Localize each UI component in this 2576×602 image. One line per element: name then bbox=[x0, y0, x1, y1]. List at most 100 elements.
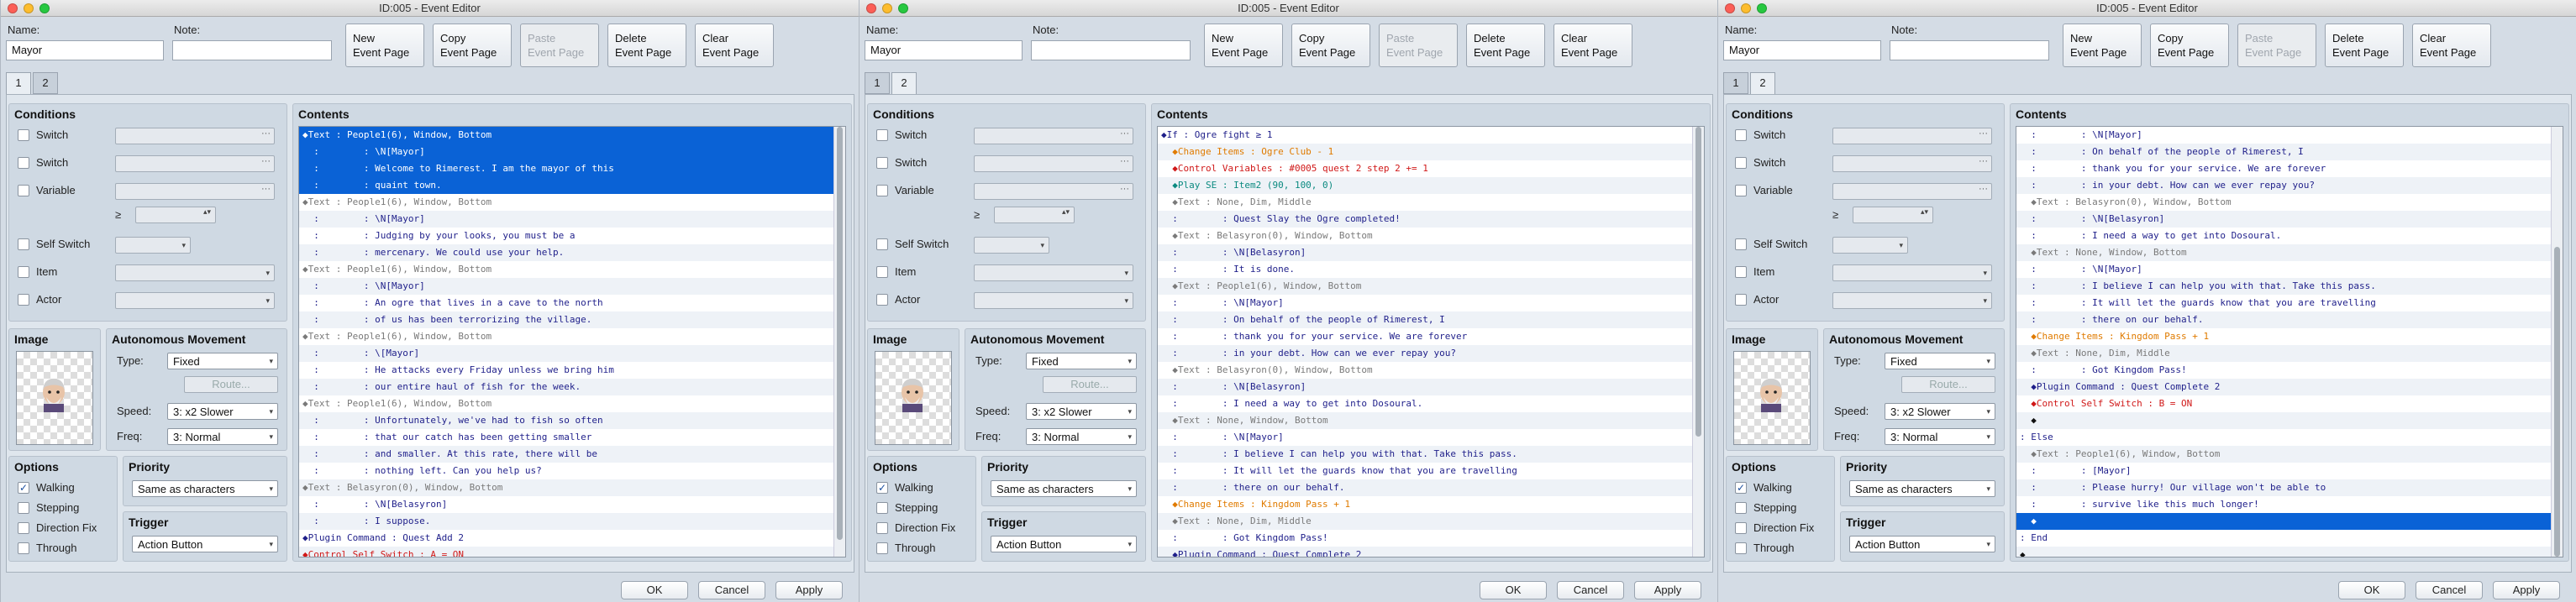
command-row[interactable]: : Else bbox=[2016, 429, 2563, 446]
option-walking-checkbox[interactable]: ✓ bbox=[18, 482, 29, 494]
trigger-select[interactable]: Action Button ▾ bbox=[1849, 536, 1995, 552]
command-row[interactable]: ◆Text : Belasyron(0), Window, Bottom bbox=[2016, 194, 2563, 211]
command-row[interactable]: ◆Text : People1(6), Window, Bottom bbox=[299, 194, 845, 211]
command-row[interactable]: ◆Text : None, Dim, Middle bbox=[1158, 194, 1704, 211]
command-row[interactable]: : : survive like this much longer! bbox=[2016, 496, 2563, 513]
command-row[interactable]: : : \N[Mayor] bbox=[2016, 261, 2563, 278]
command-row[interactable]: : : Please hurry! Our village won't be a… bbox=[2016, 479, 2563, 496]
command-list-scrollbar[interactable] bbox=[2551, 127, 2563, 557]
minimize-window-button[interactable] bbox=[1741, 3, 1751, 13]
zoom-window-button[interactable] bbox=[898, 3, 908, 13]
command-row[interactable]: : : Quest Slay the Ogre completed! bbox=[1158, 211, 1704, 228]
copy-event-page-button[interactable]: Copy Event Page bbox=[1291, 24, 1370, 67]
priority-select[interactable]: Same as characters ▾ bbox=[991, 480, 1137, 497]
command-row[interactable]: ◆Plugin Command : Quest Complete 2 bbox=[1158, 547, 1704, 557]
switch2-select[interactable]: ··· bbox=[1832, 155, 1992, 172]
cancel-button[interactable]: Cancel bbox=[698, 581, 765, 599]
command-row[interactable]: ◆Text : None, Dim, Middle bbox=[2016, 345, 2563, 362]
command-row[interactable]: : : It is done. bbox=[1158, 261, 1704, 278]
switch1-select[interactable]: ··· bbox=[115, 128, 275, 144]
command-row[interactable]: : : \N[Mayor] bbox=[1158, 295, 1704, 311]
command-row[interactable]: : : nothing left. Can you help us? bbox=[299, 463, 845, 479]
self-switch-checkbox[interactable] bbox=[876, 238, 888, 250]
priority-select[interactable]: Same as characters ▾ bbox=[132, 480, 278, 497]
command-row[interactable]: : : On behalf of the people of Rimerest,… bbox=[1158, 311, 1704, 328]
command-row[interactable]: : : that our catch has been getting smal… bbox=[299, 429, 845, 446]
event-command-list[interactable]: ◆If : Ogre fight ≥ 1 ◆Change Items : Ogr… bbox=[1157, 126, 1705, 558]
switch2-select[interactable]: ··· bbox=[974, 155, 1133, 172]
name-field[interactable]: Mayor bbox=[865, 40, 1023, 60]
command-list-scrollbar[interactable] bbox=[833, 127, 845, 557]
command-row[interactable]: : : \N[Mayor] bbox=[299, 144, 845, 160]
variable-checkbox[interactable] bbox=[18, 185, 29, 196]
scrollbar-thumb[interactable] bbox=[837, 127, 843, 540]
command-row[interactable]: ◆Text : Belasyron(0), Window, Bottom bbox=[1158, 362, 1704, 379]
item-checkbox[interactable] bbox=[876, 266, 888, 278]
command-row[interactable]: ◆If : Ogre fight ≥ 1 bbox=[1158, 127, 1704, 144]
tab-page-2[interactable]: 2 bbox=[891, 72, 917, 95]
command-row[interactable]: ◆Text : People1(6), Window, Bottom bbox=[299, 328, 845, 345]
command-row[interactable]: : : and smaller. At this rate, there wil… bbox=[299, 446, 845, 463]
event-image[interactable] bbox=[1733, 351, 1811, 445]
minimize-window-button[interactable] bbox=[24, 3, 34, 13]
movement-type-select[interactable]: Fixed ▾ bbox=[1026, 353, 1137, 369]
copy-event-page-button[interactable]: Copy Event Page bbox=[2150, 24, 2229, 67]
option-through-checkbox[interactable] bbox=[876, 542, 888, 554]
command-row[interactable]: ◆Change Items : Kingdom Pass + 1 bbox=[2016, 328, 2563, 345]
apply-button[interactable]: Apply bbox=[2493, 581, 2560, 599]
command-row[interactable]: : : \N[Mayor] bbox=[299, 278, 845, 295]
new-event-page-button[interactable]: New Event Page bbox=[1204, 24, 1283, 67]
close-window-button[interactable] bbox=[1725, 3, 1735, 13]
command-row[interactable]: ◆Plugin Command : Quest Complete 2 bbox=[2016, 379, 2563, 395]
command-row[interactable]: : : \N[Mayor] bbox=[299, 211, 845, 228]
tab-page-1[interactable]: 1 bbox=[1723, 72, 1748, 94]
speed-select[interactable]: 3: x2 Slower ▾ bbox=[167, 403, 278, 420]
command-row[interactable]: : : \N[Belasyron] bbox=[1158, 244, 1704, 261]
command-row[interactable]: ◆Control Self Switch : B = ON bbox=[2016, 395, 2563, 412]
switch2-checkbox[interactable] bbox=[18, 157, 29, 169]
command-row[interactable]: : : thank you for your service. We are f… bbox=[1158, 328, 1704, 345]
command-row[interactable]: ◆ bbox=[2016, 513, 2563, 530]
command-row[interactable]: ◆Text : People1(6), Window, Bottom bbox=[1158, 278, 1704, 295]
command-row[interactable]: : : Judging by your looks, you must be a bbox=[299, 228, 845, 244]
tab-page-1[interactable]: 1 bbox=[865, 72, 890, 94]
option-direction-fix-checkbox[interactable] bbox=[876, 522, 888, 534]
switch1-checkbox[interactable] bbox=[876, 129, 888, 141]
command-row[interactable]: ◆Control Variables : #0005 quest 2 step … bbox=[1158, 160, 1704, 177]
command-row[interactable]: ◆Text : People1(6), Window, Bottom bbox=[299, 395, 845, 412]
actor-checkbox[interactable] bbox=[1735, 294, 1747, 306]
command-row[interactable]: : : An ogre that lives in a cave to the … bbox=[299, 295, 845, 311]
item-select[interactable]: ▾ bbox=[974, 264, 1133, 281]
actor-select[interactable]: ▾ bbox=[115, 292, 275, 309]
self-switch-checkbox[interactable] bbox=[18, 238, 29, 250]
self-switch-select[interactable]: ▾ bbox=[1832, 237, 1908, 254]
command-row[interactable]: : : I need a way to get into Dosoural. bbox=[2016, 228, 2563, 244]
item-select[interactable]: ▾ bbox=[1832, 264, 1992, 281]
frequency-select[interactable]: 3: Normal ▾ bbox=[1885, 428, 1995, 445]
close-window-button[interactable] bbox=[866, 3, 876, 13]
name-field[interactable]: Mayor bbox=[1723, 40, 1881, 60]
event-image[interactable] bbox=[16, 351, 93, 445]
new-event-page-button[interactable]: New Event Page bbox=[2063, 24, 2142, 67]
note-field[interactable] bbox=[1031, 40, 1191, 60]
apply-button[interactable]: Apply bbox=[1634, 581, 1701, 599]
paste-event-page-button[interactable]: Paste Event Page bbox=[520, 24, 599, 67]
variable-select[interactable]: ··· bbox=[974, 183, 1133, 200]
tab-page-2[interactable]: 2 bbox=[1750, 72, 1775, 95]
command-row[interactable]: : : quaint town. bbox=[299, 177, 845, 194]
command-row[interactable]: : : \N[Mayor] bbox=[1158, 429, 1704, 446]
name-field[interactable]: Mayor bbox=[6, 40, 164, 60]
switch1-checkbox[interactable] bbox=[1735, 129, 1747, 141]
command-row[interactable]: : : of us has been terrorizing the villa… bbox=[299, 311, 845, 328]
clear-event-page-button[interactable]: Clear Event Page bbox=[695, 24, 774, 67]
command-row[interactable]: : End bbox=[2016, 530, 2563, 547]
option-walking-checkbox[interactable]: ✓ bbox=[1735, 482, 1747, 494]
actor-select[interactable]: ▾ bbox=[974, 292, 1133, 309]
scrollbar-thumb[interactable] bbox=[2554, 247, 2560, 557]
switch1-select[interactable]: ··· bbox=[1832, 128, 1992, 144]
command-row[interactable]: : : It will let the guards know that you… bbox=[1158, 463, 1704, 479]
route-button[interactable]: Route... bbox=[184, 376, 278, 393]
command-row[interactable]: : : in your debt. How can we ever repay … bbox=[1158, 345, 1704, 362]
trigger-select[interactable]: Action Button ▾ bbox=[991, 536, 1137, 552]
route-button[interactable]: Route... bbox=[1043, 376, 1137, 393]
